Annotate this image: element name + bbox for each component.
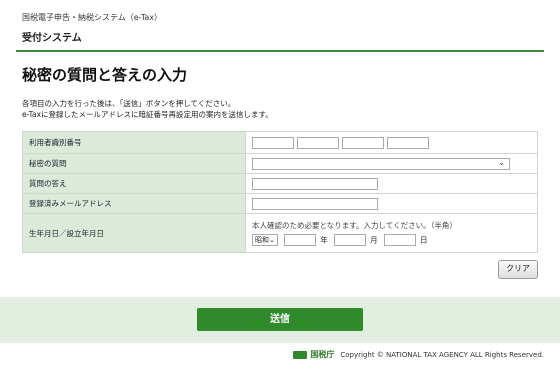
- submit-area: 送信: [0, 297, 560, 343]
- birthdate-note: 本人確認のため必要となります。入力してください。（半角）: [252, 221, 457, 230]
- instructions: 各項目の入力を行った後は、「送信」ボタンを押してください。 e-Taxに登録した…: [22, 98, 273, 120]
- question-label: 秘密の質問: [22, 153, 246, 174]
- form-row-answer: 質問の答え: [22, 173, 538, 194]
- nta-logo-icon: [293, 350, 308, 359]
- year-unit: 年: [320, 235, 328, 245]
- form-row-birthdate: 生年月日／設立年月日 本人確認のため必要となります。入力してください。（半角） …: [22, 213, 538, 253]
- chevron-down-icon: ⌄: [498, 157, 505, 167]
- day-unit: 日: [420, 235, 428, 245]
- nta-logo-text: 国税庁: [310, 350, 335, 359]
- user-id-field-3[interactable]: [342, 136, 384, 149]
- instruction-line: e-Taxに登録したメールアドレスに暗証番号再設定用の案内を送信します。: [22, 110, 273, 119]
- user-id-field-2[interactable]: [297, 136, 339, 149]
- copyright-text: Copyright © NATIONAL TAX AGENCY ALL Righ…: [340, 350, 544, 359]
- era-selected-value: 昭和: [255, 236, 269, 244]
- input-form: 利用者識別番号 秘密の質問 ⌄ 質問の答え 登録済みメールアドレス 生年月日／設…: [22, 131, 538, 253]
- clear-button[interactable]: クリア: [498, 260, 538, 279]
- answer-input[interactable]: [252, 177, 378, 190]
- month-input[interactable]: [334, 234, 367, 246]
- email-input[interactable]: [252, 197, 378, 210]
- page-title: 秘密の質問と答えの入力: [22, 66, 188, 84]
- user-id-field-1[interactable]: [252, 136, 294, 149]
- form-row-user-id: 利用者識別番号: [22, 131, 538, 154]
- email-label: 登録済みメールアドレス: [22, 193, 246, 214]
- form-row-question: 秘密の質問 ⌄: [22, 153, 538, 174]
- sub-system-name: 受付システム: [22, 33, 82, 44]
- user-id-label: 利用者識別番号: [22, 131, 246, 154]
- instruction-line: 各項目の入力を行った後は、「送信」ボタンを押してください。: [22, 99, 236, 108]
- footer: 国税庁 Copyright © NATIONAL TAX AGENCY ALL …: [293, 349, 544, 360]
- header-divider: [16, 50, 544, 52]
- month-unit: 月: [370, 235, 378, 245]
- secret-question-select[interactable]: ⌄: [252, 157, 510, 170]
- birthdate-label: 生年月日／設立年月日: [22, 213, 246, 253]
- year-input[interactable]: [284, 234, 317, 246]
- form-row-email: 登録済みメールアドレス: [22, 193, 538, 214]
- day-input[interactable]: [384, 234, 417, 246]
- chevron-down-icon: ⌄: [269, 236, 275, 244]
- header: 国税電子申告・納税システム（e-Tax） 受付システム: [22, 12, 538, 44]
- answer-label: 質問の答え: [22, 173, 246, 194]
- system-name: 国税電子申告・納税システム（e-Tax）: [22, 13, 163, 22]
- era-select[interactable]: 昭和⌄: [252, 234, 278, 246]
- nta-logo: 国税庁: [293, 349, 334, 360]
- user-id-field-4[interactable]: [387, 136, 429, 149]
- submit-button[interactable]: 送信: [197, 308, 363, 331]
